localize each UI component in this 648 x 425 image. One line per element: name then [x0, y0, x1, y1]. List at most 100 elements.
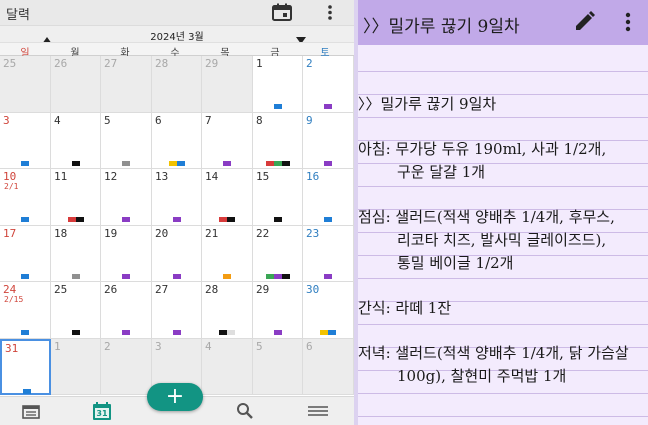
day-cell[interactable]: 30	[303, 282, 354, 339]
event-marker	[21, 330, 29, 335]
day-cell[interactable]: 1	[51, 339, 101, 395]
next-month-icon[interactable]	[295, 30, 307, 44]
event-markers	[253, 217, 303, 222]
memo-line: 통밀 베이글 1/2개	[397, 254, 514, 272]
day-cell[interactable]: 31	[0, 339, 51, 395]
day-cell[interactable]: 22	[253, 226, 303, 282]
day-cell[interactable]: 28	[202, 282, 253, 339]
event-marker	[122, 161, 130, 166]
event-marker	[173, 217, 181, 222]
day-cell[interactable]: 1	[253, 56, 303, 113]
event-marker	[219, 330, 227, 335]
hamburger-menu-icon[interactable]	[306, 401, 330, 421]
add-event-button[interactable]: +	[147, 383, 203, 411]
day-cell[interactable]: 13	[152, 169, 202, 226]
day-cell[interactable]: 25	[51, 282, 101, 339]
day-cell[interactable]: 28	[152, 56, 202, 113]
day-cell[interactable]: 6	[303, 339, 354, 395]
day-cell[interactable]: 15	[253, 169, 303, 226]
day-cell[interactable]: 29	[253, 282, 303, 339]
event-marker	[72, 161, 80, 166]
day-cell[interactable]: 8	[253, 113, 303, 169]
event-markers	[152, 217, 202, 222]
day-number: 21	[205, 227, 219, 240]
month-navigation: 2024년 3월	[0, 25, 354, 44]
day-number: 2	[104, 340, 111, 353]
day-cell[interactable]: 18	[51, 226, 101, 282]
day-number: 3	[155, 340, 162, 353]
day-cell[interactable]: 6	[152, 113, 202, 169]
event-markers	[152, 104, 202, 109]
event-marker	[21, 274, 29, 279]
search-icon[interactable]	[235, 401, 255, 421]
day-cell[interactable]: 26	[101, 282, 152, 339]
day-cell[interactable]: 19	[101, 226, 152, 282]
event-marker	[169, 161, 177, 166]
day-cell[interactable]: 25	[0, 56, 51, 113]
event-markers	[51, 217, 101, 222]
day-cell[interactable]: 2	[303, 56, 354, 113]
event-marker	[76, 217, 84, 222]
day-number: 13	[155, 170, 169, 183]
memo-line: 구운 달걀 1개	[397, 163, 486, 181]
day-number: 22	[256, 227, 270, 240]
memo-line: 100g), 찰현미 주먹밥 1개	[397, 367, 567, 385]
day-cell[interactable]: 5	[101, 113, 152, 169]
day-cell[interactable]: 27	[152, 282, 202, 339]
event-markers	[152, 330, 202, 335]
event-markers	[303, 161, 353, 166]
day-number: 2	[306, 57, 313, 70]
day-number: 3	[3, 114, 10, 127]
day-cell[interactable]: 2	[101, 339, 152, 395]
list-icon[interactable]	[20, 401, 42, 421]
memo-line: 저녁: 샐러드(적색 양배추 1/4개, 닭 가슴살	[358, 344, 629, 362]
event-markers	[51, 387, 101, 392]
event-markers	[51, 104, 101, 109]
day-cell[interactable]: 12	[101, 169, 152, 226]
day-cell[interactable]: 5	[253, 339, 303, 395]
day-cell[interactable]: 20	[152, 226, 202, 282]
memo-body[interactable]: 〉〉밀가루 끊기 9일차 아침: 무가당 두유 190ml, 사과 1/2개, …	[358, 45, 648, 425]
calendar-31-icon[interactable]: 31	[92, 401, 112, 421]
day-cell[interactable]: 27	[101, 56, 152, 113]
today-calendar-icon[interactable]	[271, 3, 293, 22]
day-cell[interactable]: 9	[303, 113, 354, 169]
event-marker	[68, 217, 76, 222]
event-marker	[274, 330, 282, 335]
day-number: 25	[54, 283, 68, 296]
day-cell[interactable]: 23	[303, 226, 354, 282]
more-options-icon[interactable]	[322, 3, 338, 22]
event-marker	[122, 274, 130, 279]
day-number: 7	[205, 114, 212, 127]
more-options-icon[interactable]	[621, 10, 635, 34]
day-cell[interactable]: 17	[0, 226, 51, 282]
lunar-date: 2/1	[4, 182, 19, 191]
edit-pencil-icon[interactable]	[571, 9, 597, 35]
day-number: 12	[104, 170, 118, 183]
day-number: 19	[104, 227, 118, 240]
event-marker	[223, 161, 231, 166]
day-number: 6	[306, 340, 313, 353]
day-number: 26	[54, 57, 68, 70]
event-markers	[253, 387, 303, 392]
day-number: 5	[104, 114, 111, 127]
day-cell[interactable]: 16	[303, 169, 354, 226]
day-cell[interactable]: 4	[202, 339, 253, 395]
day-cell[interactable]: 21	[202, 226, 253, 282]
day-cell[interactable]: 11	[51, 169, 101, 226]
day-cell[interactable]: 26	[51, 56, 101, 113]
event-markers	[51, 330, 101, 335]
event-marker	[21, 161, 29, 166]
day-cell[interactable]: 29	[202, 56, 253, 113]
day-cell[interactable]: 10 2/1	[0, 169, 51, 226]
day-cell[interactable]: 24 2/15	[0, 282, 51, 339]
event-markers	[152, 161, 202, 166]
day-cell[interactable]: 7	[202, 113, 253, 169]
day-cell[interactable]: 4	[51, 113, 101, 169]
event-marker	[324, 217, 332, 222]
day-number: 4	[205, 340, 212, 353]
day-number: 18	[54, 227, 68, 240]
day-cell[interactable]: 3	[0, 113, 51, 169]
event-markers	[101, 104, 151, 109]
day-cell[interactable]: 14	[202, 169, 253, 226]
